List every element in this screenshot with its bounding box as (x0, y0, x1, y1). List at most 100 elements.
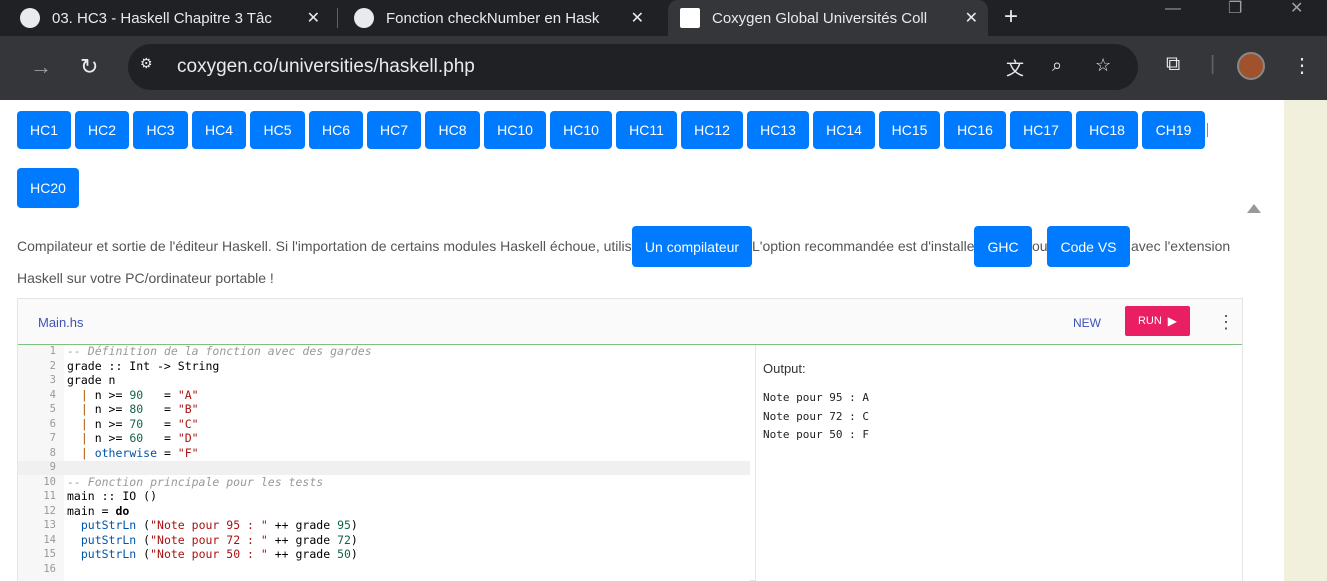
close-window-icon[interactable]: ✕ (1290, 0, 1303, 18)
extensions-icon[interactable]: ⧉ (1166, 53, 1180, 76)
line-number: 12 (43, 505, 56, 517)
line-number: 4 (49, 389, 56, 401)
button-separator (1207, 123, 1208, 137)
active-line (18, 461, 750, 475)
hc-button-10a[interactable]: HC10 (484, 111, 546, 149)
ch-button-19[interactable]: CH19 (1142, 111, 1205, 149)
output-line: Note pour 50 : F (763, 428, 869, 441)
code-line-2: grade :: Int -> String (67, 359, 220, 373)
hc-button-1[interactable]: HC1 (17, 111, 71, 149)
code-line-5: | n >= 80 = "B" (67, 402, 199, 416)
site-info-icon[interactable]: ⚙ (140, 55, 160, 75)
intro-text-4: avec l'extension (1131, 238, 1231, 254)
line-number: 10 (43, 476, 56, 488)
code-line-11: main :: IO () (67, 489, 158, 503)
hc-button-20[interactable]: HC20 (17, 168, 79, 208)
address-bar[interactable]: ⚙ coxygen.co/universities/haskell.php 文 … (128, 44, 1138, 90)
hc-button-2[interactable]: HC2 (75, 111, 129, 149)
code-line-6: | n >= 70 = "C" (67, 417, 199, 431)
hc-button-10b[interactable]: HC10 (550, 111, 612, 149)
translate-icon[interactable]: 文 (1006, 55, 1024, 81)
file-tab-main[interactable]: Main.hs (38, 315, 84, 330)
codevs-button[interactable]: Code VS (1047, 226, 1130, 267)
tab-title: 03. HC3 - Haskell Chapitre 3 Tâc (52, 9, 272, 27)
tab-separator (337, 8, 338, 28)
tab-title: Coxygen Global Universités Coll (712, 9, 928, 27)
minimize-icon[interactable]: — (1165, 0, 1181, 18)
browser-toolbar: → ↻ ⚙ coxygen.co/universities/haskell.ph… (0, 36, 1327, 100)
line-number: 3 (49, 374, 56, 386)
line-number: 16 (43, 563, 56, 575)
page-content: HC1 HC2 HC3 HC4 HC5 HC6 HC7 HC8 HC10 HC1… (0, 100, 1284, 581)
hc-button-14[interactable]: HC14 (813, 111, 875, 149)
new-tab-button[interactable]: + (1004, 0, 1018, 34)
browser-tab-2[interactable]: Fonction checkNumber en Hask ✕ (354, 0, 654, 36)
hc-button-18[interactable]: HC18 (1076, 111, 1138, 149)
line-number: 14 (43, 534, 56, 546)
intro-text-2: L'option recommandée est d'installer (752, 238, 980, 254)
hc-button-13[interactable]: HC13 (747, 111, 809, 149)
hc-button-15[interactable]: HC15 (879, 111, 940, 149)
close-icon[interactable]: ✕ (307, 8, 320, 28)
code-line-4: | n >= 90 = "A" (67, 388, 199, 402)
line-number: 8 (49, 447, 56, 459)
output-panel: Output: Note pour 95 : A Note pour 72 : … (755, 345, 1242, 581)
editor-header: Main.hs NEW RUN ▶ ⋮ (18, 299, 1242, 345)
avatar[interactable] (1237, 52, 1265, 80)
hc-button-6[interactable]: HC6 (309, 111, 363, 149)
code-line-14: putStrLn ("Note pour 72 : " ++ grade 72) (67, 533, 358, 547)
hc-button-11[interactable]: HC11 (616, 111, 677, 149)
output-line: Note pour 72 : C (763, 410, 869, 423)
url-text: coxygen.co/universities/haskell.php (177, 56, 475, 77)
hc-button-5[interactable]: HC5 (250, 111, 305, 149)
line-number: 11 (43, 490, 56, 502)
hc-button-17[interactable]: HC17 (1010, 111, 1072, 149)
browser-tab-1[interactable]: 03. HC3 - Haskell Chapitre 3 Tâc ✕ (20, 0, 330, 36)
reload-icon[interactable]: ↻ (80, 52, 98, 82)
line-number: 2 (49, 360, 56, 372)
menu-icon[interactable]: ⋮ (1292, 53, 1312, 78)
hc-button-7[interactable]: HC7 (367, 111, 421, 149)
close-icon[interactable]: ✕ (965, 8, 978, 28)
bookmark-star-icon[interactable]: ☆ (1095, 55, 1111, 76)
line-number: 9 (49, 461, 56, 473)
scroll-up-arrow-icon[interactable] (1247, 204, 1261, 213)
intro-text-1: Compilateur et sortie de l'éditeur Haske… (17, 238, 647, 254)
line-number: 1 (49, 345, 56, 357)
close-icon[interactable]: ✕ (631, 8, 644, 28)
code-line-3: grade n (67, 373, 116, 387)
output-label: Output: (763, 361, 806, 376)
browser-tab-3[interactable]: Coxygen Global Universités Coll ✕ (668, 0, 988, 36)
openai-icon (354, 8, 374, 28)
ghc-button[interactable]: GHC (974, 226, 1032, 267)
tab-title: Fonction checkNumber en Hask (386, 9, 600, 27)
code-line-1: -- Définition de la fonction avec des ga… (67, 344, 372, 358)
line-number: 13 (43, 519, 56, 531)
hc-button-12[interactable]: HC12 (681, 111, 743, 149)
output-line: Note pour 95 : A (763, 391, 869, 404)
more-options-icon[interactable]: ⋮ (1217, 312, 1235, 333)
code-editor: Main.hs NEW RUN ▶ ⋮ 1 2 3 4 5 6 7 8 9 10… (17, 298, 1243, 581)
code-line-7: | n >= 60 = "D" (67, 431, 199, 445)
run-label: RUN (1137, 315, 1162, 327)
play-icon: ▶ (1167, 314, 1178, 328)
code-line-10: -- Fonction principale pour les tests (67, 475, 324, 489)
new-button[interactable]: NEW (1073, 316, 1101, 330)
code-line-13: putStrLn ("Note pour 95 : " ++ grade 95) (67, 518, 358, 532)
github-icon (20, 8, 40, 28)
zoom-icon[interactable]: ⌕ (1052, 55, 1062, 76)
forward-icon[interactable]: → (30, 52, 52, 82)
hc-button-4[interactable]: HC4 (192, 111, 246, 149)
code-line-15: putStrLn ("Note pour 50 : " ++ grade 50) (67, 547, 358, 561)
compiler-button[interactable]: Un compilateur (632, 226, 752, 267)
run-button[interactable]: RUN ▶ (1125, 306, 1190, 336)
intro-text-5: Haskell sur votre PC/ordinateur portable… (17, 270, 274, 286)
code-area[interactable]: 1 2 3 4 5 6 7 8 9 10 11 12 13 14 15 16 -… (18, 344, 750, 581)
line-number: 5 (49, 403, 56, 415)
line-number: 6 (49, 418, 56, 430)
hc-button-8[interactable]: HC8 (425, 111, 480, 149)
hc-button-3[interactable]: HC3 (133, 111, 188, 149)
intro-text-3: ou (1032, 238, 1048, 254)
restore-icon[interactable]: ❐ (1228, 0, 1242, 18)
hc-button-16[interactable]: HC16 (944, 111, 1006, 149)
